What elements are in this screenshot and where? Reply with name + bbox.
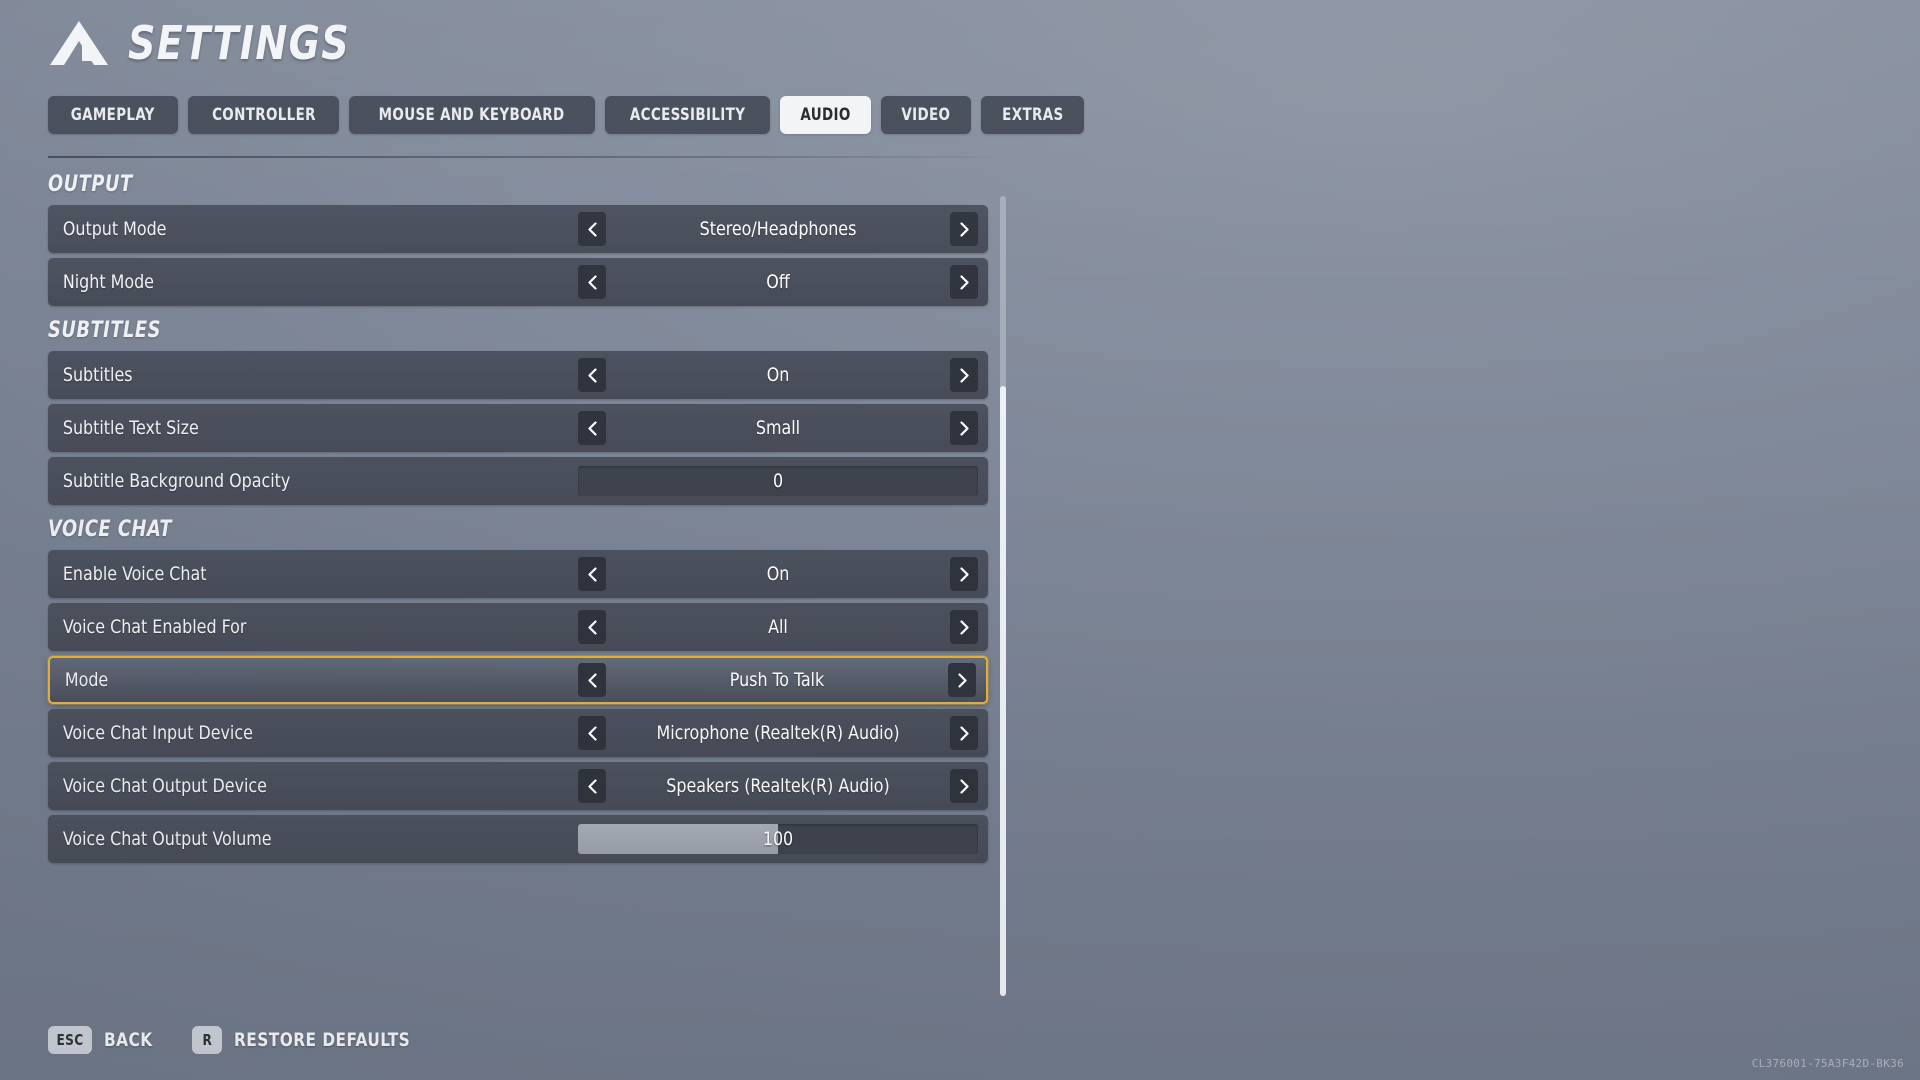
setting-row[interactable]: Output Mode Stereo/Headphones	[48, 205, 988, 253]
settings-list: OUTPUT Output Mode Stereo/Headphones Night …	[48, 172, 1008, 1002]
slider-control[interactable]: 0	[578, 466, 978, 496]
setting-label: Voice Chat Output Device	[62, 775, 267, 797]
footer-restore-defaults[interactable]: R RESTORE DEFAULTS	[192, 1026, 430, 1054]
setting-row[interactable]: Subtitle Text Size Small	[48, 404, 988, 452]
header: SETTINGS	[48, 16, 369, 70]
setting-label: Subtitles	[62, 364, 133, 386]
chevron-right-icon[interactable]	[950, 716, 978, 750]
chevron-left-icon[interactable]	[578, 212, 606, 246]
stepper-control: Push To Talk	[578, 658, 976, 702]
tab-label: ACCESSIBILITY	[629, 105, 745, 125]
chevron-right-icon[interactable]	[950, 411, 978, 445]
setting-label: Voice Chat Enabled For	[62, 616, 247, 638]
tab-label: AUDIO	[800, 105, 851, 125]
page-title: SETTINGS	[128, 16, 351, 70]
chevron-right-icon[interactable]	[950, 769, 978, 803]
setting-value: Off	[766, 271, 790, 293]
stepper-control: Microphone (Realtek(R) Audio)	[578, 709, 978, 757]
chevron-right-icon[interactable]	[950, 610, 978, 644]
setting-label: Night Mode	[62, 271, 154, 293]
setting-value: Microphone (Realtek(R) Audio)	[656, 722, 900, 744]
setting-row[interactable]: Enable Voice Chat On	[48, 550, 988, 598]
header-divider	[48, 156, 990, 158]
tab-mouse-and-keyboard[interactable]: MOUSE AND KEYBOARD	[349, 96, 595, 134]
setting-row[interactable]: Voice Chat Output Device Speakers (Realte…	[48, 762, 988, 810]
setting-row[interactable]: Night Mode Off	[48, 258, 988, 306]
setting-row[interactable]: Subtitle Background Opacity 0	[48, 457, 988, 505]
build-id: CL376001-75A3F42D-BK36	[1751, 1057, 1904, 1070]
restore-defaults-label: RESTORE DEFAULTS	[234, 1029, 411, 1051]
scrollbar-track[interactable]	[1000, 196, 1006, 996]
setting-label: Enable Voice Chat	[62, 563, 207, 585]
chevron-left-icon[interactable]	[578, 265, 606, 299]
setting-value: 100	[762, 828, 794, 850]
chevron-left-icon[interactable]	[578, 610, 606, 644]
chevron-left-icon[interactable]	[578, 769, 606, 803]
chevron-left-icon[interactable]	[578, 411, 606, 445]
chevron-right-icon[interactable]	[950, 265, 978, 299]
setting-row[interactable]: Mode Push To Talk	[48, 656, 988, 704]
tab-controller[interactable]: CONTROLLER	[187, 96, 340, 134]
setting-value: Speakers (Realtek(R) Audio)	[666, 775, 890, 797]
key-badge-r: R	[192, 1026, 223, 1054]
stepper-control: All	[578, 603, 978, 651]
scrollbar-thumb[interactable]	[1000, 386, 1006, 996]
setting-value: Stereo/Headphones	[699, 218, 857, 240]
slider-control[interactable]: 100	[578, 824, 978, 854]
chevron-left-icon[interactable]	[578, 358, 606, 392]
tab-accessibility[interactable]: ACCESSIBILITY	[604, 96, 770, 134]
tab-video[interactable]: VIDEO	[880, 96, 971, 134]
setting-label: Mode	[64, 669, 109, 691]
stepper-control: On	[578, 351, 978, 399]
setting-row[interactable]: Voice Chat Enabled For All	[48, 603, 988, 651]
key-badge-esc: ESC	[48, 1026, 93, 1054]
chevron-left-icon[interactable]	[578, 663, 606, 697]
tab-audio[interactable]: AUDIO	[779, 96, 871, 134]
stepper-control: Speakers (Realtek(R) Audio)	[578, 762, 978, 810]
setting-value: All	[768, 616, 788, 638]
footer-back[interactable]: ESC BACK	[48, 1026, 158, 1054]
tab-label: CONTROLLER	[211, 105, 316, 125]
footer-hints: ESC BACK R RESTORE DEFAULTS	[48, 1026, 430, 1054]
tab-extras[interactable]: EXTRAS	[980, 96, 1085, 134]
setting-label: Output Mode	[62, 218, 167, 240]
chevron-right-icon[interactable]	[950, 557, 978, 591]
setting-value: On	[766, 563, 790, 585]
settings-screen: SETTINGS GAMEPLAY CONTROLLER MOUSE AND K…	[0, 0, 1920, 1080]
chevron-left-icon[interactable]	[578, 716, 606, 750]
setting-row[interactable]: Voice Chat Input Device Microphone (Realt…	[48, 709, 988, 757]
section-title: SUBTITLES	[48, 318, 162, 343]
tab-label: EXTRAS	[1001, 105, 1064, 125]
setting-row[interactable]: Voice Chat Output Volume 100	[48, 815, 988, 863]
back-label: BACK	[104, 1029, 153, 1051]
setting-row[interactable]: Subtitles On	[48, 351, 988, 399]
chevron-right-icon[interactable]	[948, 663, 976, 697]
setting-value: Small	[755, 417, 801, 439]
setting-label: Voice Chat Output Volume	[62, 828, 272, 850]
key-label: ESC	[56, 1031, 84, 1049]
tab-label: MOUSE AND KEYBOARD	[379, 105, 565, 125]
tab-gameplay[interactable]: GAMEPLAY	[48, 96, 178, 134]
tab-label: VIDEO	[901, 105, 951, 125]
setting-label: Subtitle Text Size	[62, 417, 199, 439]
stepper-control: Off	[578, 258, 978, 306]
key-label: R	[202, 1031, 212, 1049]
setting-label: Subtitle Background Opacity	[62, 470, 291, 492]
mountain-logo-icon	[50, 21, 108, 65]
stepper-control: Stereo/Headphones	[578, 205, 978, 253]
setting-value: On	[766, 364, 790, 386]
section-title: VOICE CHAT	[48, 517, 173, 542]
setting-value: 0	[772, 470, 784, 492]
chevron-right-icon[interactable]	[950, 358, 978, 392]
section-title: OUTPUT	[48, 172, 133, 197]
tab-bar: GAMEPLAY CONTROLLER MOUSE AND KEYBOARD A…	[48, 96, 1085, 134]
chevron-left-icon[interactable]	[578, 557, 606, 591]
tab-label: GAMEPLAY	[70, 105, 155, 125]
chevron-right-icon[interactable]	[950, 212, 978, 246]
setting-value: Push To Talk	[729, 669, 825, 691]
setting-label: Voice Chat Input Device	[62, 722, 253, 744]
stepper-control: Small	[578, 404, 978, 452]
stepper-control: On	[578, 550, 978, 598]
